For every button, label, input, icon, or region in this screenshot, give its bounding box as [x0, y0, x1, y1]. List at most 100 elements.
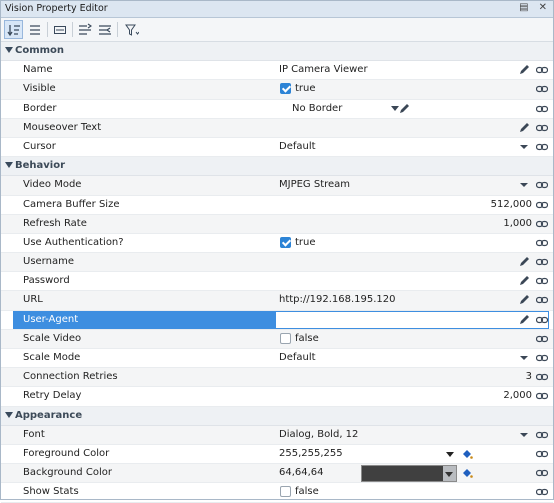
property-row-scale-mode[interactable]: Scale Mode Default	[1, 349, 553, 369]
link-icon[interactable]	[535, 274, 549, 288]
color-value[interactable]: 255,255,255	[279, 448, 343, 459]
property-row-font[interactable]: Font Dialog, Bold, 12	[1, 425, 553, 445]
link-icon[interactable]	[535, 332, 549, 346]
category-behavior[interactable]: Behavior	[1, 157, 553, 177]
link-icon[interactable]	[535, 140, 549, 154]
link-icon[interactable]	[535, 102, 549, 116]
property-row-foreground-color[interactable]: Foreground Color 255,255,255	[1, 445, 553, 465]
chevron-down-icon[interactable]	[517, 140, 531, 154]
color-value[interactable]: 64,64,64	[279, 467, 324, 478]
link-icon[interactable]	[535, 351, 549, 365]
property-label: Camera Buffer Size	[23, 198, 120, 210]
property-row-user-agent[interactable]: User-Agent	[1, 310, 553, 330]
link-icon[interactable]	[535, 217, 549, 231]
pencil-icon[interactable]	[517, 274, 531, 288]
collapse-all-button[interactable]	[95, 20, 114, 39]
link-icon[interactable]	[535, 63, 549, 77]
property-row-mouseover-text[interactable]: Mouseover Text	[1, 118, 553, 138]
pencil-icon[interactable]	[517, 63, 531, 77]
link-icon[interactable]	[535, 428, 549, 442]
link-icon[interactable]	[535, 121, 549, 135]
property-value[interactable]: Default	[279, 352, 316, 363]
property-row-cursor[interactable]: Cursor Default	[1, 138, 553, 158]
property-row-password[interactable]: Password	[1, 272, 553, 292]
chevron-down-icon[interactable]	[517, 178, 531, 192]
customizer-button[interactable]	[50, 20, 69, 39]
category-common[interactable]: Common	[1, 42, 553, 62]
pencil-icon[interactable]	[517, 313, 531, 327]
property-value[interactable]: Dialog, Bold, 12	[279, 429, 358, 440]
property-row-camera-buffer-size[interactable]: Camera Buffer Size 512,000	[1, 196, 553, 215]
property-row-refresh-rate[interactable]: Refresh Rate 1,000	[1, 214, 553, 234]
property-row-connection-retries[interactable]: Connection Retries 3	[1, 368, 553, 388]
checkbox[interactable]	[280, 332, 291, 344]
link-icon[interactable]	[535, 293, 549, 307]
property-row-url[interactable]: URL http://192.168.195.120	[1, 291, 553, 311]
link-icon[interactable]	[535, 313, 549, 327]
pencil-icon[interactable]	[517, 121, 531, 135]
pencil-icon[interactable]	[517, 293, 531, 307]
expand-arrow-icon[interactable]	[5, 47, 13, 53]
expand-arrow-icon[interactable]	[5, 411, 13, 418]
sort-categorized-button[interactable]	[4, 20, 23, 39]
property-row-video-mode[interactable]: Video Mode MJPEG Stream	[1, 176, 553, 196]
link-icon[interactable]	[535, 236, 549, 250]
expand-all-button[interactable]	[75, 20, 94, 39]
number-value[interactable]: 2,000	[503, 390, 532, 401]
property-row-username[interactable]: Username	[1, 253, 553, 273]
property-label: Scale Video	[23, 332, 82, 344]
property-label: Name	[23, 64, 53, 76]
checkbox-value: true	[295, 236, 316, 248]
property-value[interactable]: MJPEG Stream	[279, 179, 350, 190]
property-row-retry-delay[interactable]: Retry Delay 2,000	[1, 387, 553, 407]
link-icon[interactable]	[535, 255, 549, 269]
property-value[interactable]: IP Camera Viewer	[279, 64, 368, 75]
checkbox[interactable]	[280, 486, 291, 498]
link-icon[interactable]	[535, 466, 549, 480]
pencil-icon[interactable]	[397, 102, 411, 116]
number-value[interactable]: 512,000	[491, 199, 532, 210]
number-value[interactable]: 1,000	[503, 218, 532, 229]
property-row-border[interactable]: Border No Border	[1, 100, 553, 119]
paint-bucket-icon[interactable]	[460, 466, 474, 480]
property-row-background-color[interactable]: Background Color 64,64,64	[1, 464, 553, 484]
property-row-name[interactable]: Name IP Camera Viewer	[1, 61, 553, 81]
property-value[interactable]: Default	[279, 141, 316, 152]
link-icon[interactable]	[535, 389, 549, 403]
chevron-down-icon[interactable]	[446, 451, 454, 457]
property-row-use-authentication[interactable]: Use Authentication? true	[1, 234, 553, 254]
expand-arrow-icon[interactable]	[5, 162, 13, 169]
swatch-dropdown-button[interactable]	[443, 466, 456, 482]
filter-dropdown[interactable]	[120, 20, 144, 39]
link-icon[interactable]	[535, 82, 549, 96]
chevron-down-icon[interactable]	[517, 351, 531, 365]
category-label: Behavior	[15, 160, 66, 172]
close-icon[interactable]: ✕	[539, 2, 547, 13]
property-label: Video Mode	[23, 179, 82, 191]
pencil-icon[interactable]	[517, 255, 531, 269]
property-row-visible[interactable]: Visible true	[1, 80, 553, 100]
property-label: URL	[23, 294, 43, 306]
link-icon[interactable]	[535, 370, 549, 384]
checkbox[interactable]	[280, 83, 291, 95]
title-bar[interactable]: Vision Property Editor ▤ ✕	[1, 1, 553, 18]
link-icon[interactable]	[535, 178, 549, 192]
property-label: Scale Mode	[23, 352, 81, 363]
color-swatch[interactable]	[361, 465, 457, 483]
property-label: Password	[23, 275, 70, 287]
property-value[interactable]: http://192.168.195.120	[279, 294, 396, 305]
show-all-button[interactable]	[25, 20, 44, 39]
link-icon[interactable]	[535, 198, 549, 212]
property-label: Connection Retries	[23, 371, 118, 383]
link-icon[interactable]	[535, 485, 549, 499]
value-editor-input[interactable]	[275, 310, 549, 329]
category-appearance[interactable]: Appearance	[1, 406, 553, 426]
border-value[interactable]: No Border	[292, 103, 342, 114]
number-value[interactable]: 3	[526, 371, 532, 382]
checkbox[interactable]	[280, 236, 291, 248]
paint-bucket-icon[interactable]	[460, 447, 474, 461]
dock-icon[interactable]: ▤	[519, 2, 528, 13]
link-icon[interactable]	[535, 447, 549, 461]
property-row-scale-video[interactable]: Scale Video false	[1, 329, 553, 349]
chevron-down-icon[interactable]	[517, 428, 531, 442]
